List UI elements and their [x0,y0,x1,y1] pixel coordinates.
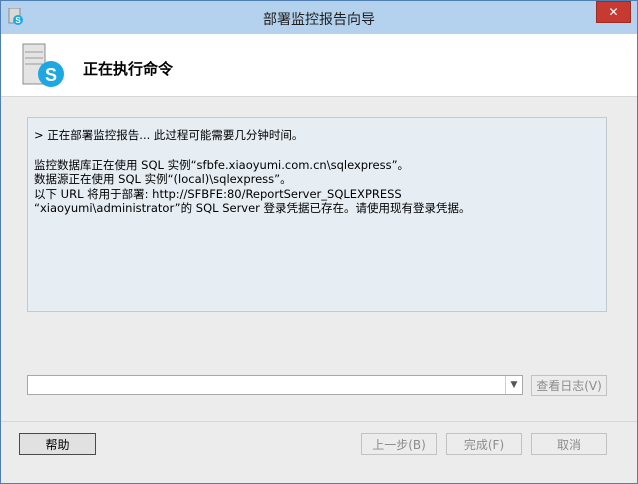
log-line: 数据源正在使用 SQL 实例“(local)\sqlexpress”。 [34,172,292,186]
wizard-header: S 正在执行命令 [1,34,637,97]
log-line: 以下 URL 将用于部署: http://SFBFE:80/ReportServ… [34,186,402,201]
wizard-window: S 部署监控报告向导 ✕ S 正在执行命令 > 正在部署监控报告... 此过程可… [0,0,638,484]
chevron-down-icon[interactable]: ▼ [505,376,522,394]
log-line: > 正在部署监控报告... 此过程可能需要几分钟时间。 [34,128,304,142]
command-output-panel: > 正在部署监控报告... 此过程可能需要几分钟时间。 监控数据库正在使用 SQ… [27,117,607,312]
help-button[interactable]: 帮助 [19,433,96,455]
footer-divider [1,421,637,422]
page-title: 正在执行命令 [83,60,174,78]
close-button[interactable]: ✕ [596,1,631,23]
svg-text:S: S [45,65,57,85]
title-bar[interactable]: S 部署监控报告向导 ✕ [1,1,637,34]
cancel-button[interactable]: 取消 [531,433,607,455]
finish-button[interactable]: 完成(F) [446,433,522,455]
back-button[interactable]: 上一步(B) [361,433,437,455]
window-title: 部署监控报告向导 [263,12,375,28]
close-icon: ✕ [608,5,619,19]
log-line: 监控数据库正在使用 SQL 实例“sfbfe.xiaoyumi.com.cn\s… [34,157,410,172]
view-log-button[interactable]: 查看日志(V) [531,375,607,396]
log-file-dropdown[interactable]: ▼ [27,375,523,395]
log-line: “xiaoyumi\administrator”的 SQL Server 登录凭… [34,201,471,215]
skype-server-icon: S [19,42,69,92]
